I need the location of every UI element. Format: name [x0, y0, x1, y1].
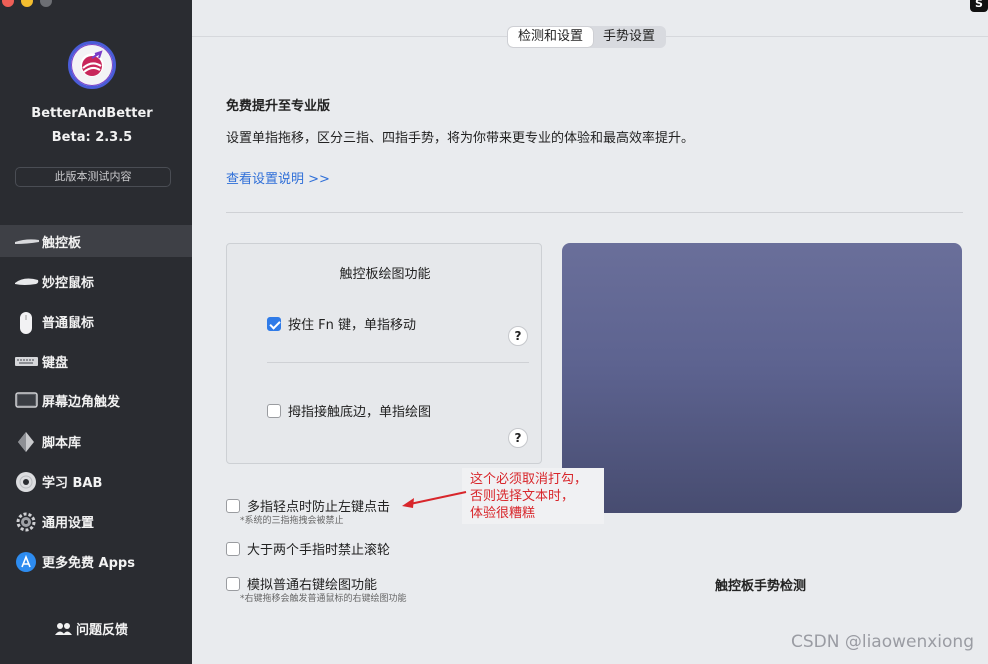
app-store-icon	[14, 551, 38, 572]
option-disable-scroll[interactable]: 大于两个手指时禁止滚轮	[226, 539, 390, 558]
help-fn-button[interactable]: ?	[508, 326, 528, 346]
upgrade-title: 免费提升至专业版	[226, 99, 331, 114]
option-label: 拇指接触底边，单指绘图	[288, 405, 432, 420]
sidebar-item-more-apps[interactable]: 更多免费 Apps	[0, 545, 192, 577]
feedback-button[interactable]: 问题反馈	[54, 619, 128, 638]
help-thumb-button[interactable]: ?	[508, 428, 528, 448]
settings-help-link[interactable]: 查看设置说明 >>	[226, 168, 330, 187]
tab-bar: 检测和设置 手势设置	[507, 26, 667, 48]
annotation-line: 否则选择文本时，	[470, 489, 575, 504]
sidebar-item-label: 屏幕边角触发	[42, 394, 121, 410]
sidebar-item-label: 通用设置	[42, 515, 95, 531]
sidebar-item-keyboard[interactable]: 键盘	[0, 345, 192, 377]
preview-label: 触控板手势检测	[715, 579, 807, 594]
annotation-arrow-icon	[402, 491, 467, 508]
main-content: 检测和设置 手势设置 S 免费提升至专业版 设置单指拖移，区分三指、四指手势，将…	[192, 0, 988, 664]
option-label: 按住 Fn 键，单指移动	[288, 318, 416, 333]
disc-icon	[14, 471, 38, 492]
panel-divider	[267, 362, 529, 363]
upgrade-description: 设置单指拖移，区分三指、四指手势，将为你带来更专业的体验和最高效率提升。	[226, 131, 695, 146]
panel-title: 触控板绘图功能	[339, 267, 431, 282]
minimize-window-button[interactable]	[21, 0, 33, 7]
zoom-window-button[interactable]	[40, 0, 52, 7]
sidebar-item-label: 学习 BAB	[42, 475, 103, 491]
option-thumb-draw[interactable]: 拇指接触底边，单指绘图	[267, 401, 431, 420]
sidebar-item-mouse[interactable]: 普通鼠标	[0, 305, 192, 337]
sidebar-item-label: 普通鼠标	[42, 315, 95, 331]
option-fn-move[interactable]: 按住 Fn 键，单指移动	[267, 314, 416, 333]
watermark: CSDN @liaowenxiong	[790, 632, 974, 652]
trackpad-preview	[562, 243, 962, 513]
annotation-line: 体验很糟糕	[470, 506, 536, 521]
annotation-line: 这个必须取消打勾，	[470, 472, 588, 487]
tab-gesture-settings[interactable]: 手势设置	[593, 27, 665, 47]
annotation-note: 这个必须取消打勾， 否则选择文本时， 体验很糟糕	[470, 471, 587, 522]
sidebar-item-label: 更多免费 Apps	[42, 555, 135, 571]
release-notes-button[interactable]: 此版本测试内容	[15, 167, 171, 187]
trackpad-icon	[14, 231, 39, 251]
sidebar-item-label: 脚本库	[42, 435, 82, 451]
keyboard-icon	[14, 351, 38, 371]
fn-move-checkbox[interactable]	[267, 316, 281, 331]
close-window-button[interactable]	[2, 0, 14, 7]
mouse-icon	[14, 311, 38, 334]
feedback-label: 问题反馈	[76, 623, 129, 638]
multi-tap-note: *系统的三指拖拽会被禁止	[240, 516, 344, 526]
sidebar-item-scripts[interactable]: 脚本库	[0, 425, 192, 457]
option-label: 大于两个手指时禁止滚轮	[247, 543, 391, 558]
multi-tap-checkbox[interactable]	[226, 498, 240, 513]
sidebar-item-label: 触控板	[42, 235, 82, 251]
sidebar-item-label: 妙控鼠标	[42, 275, 95, 291]
sidebar-item-screen-corners[interactable]: 屏幕边角触发	[0, 384, 192, 416]
sidebar-item-learn[interactable]: 学习 BAB	[0, 465, 192, 497]
app-version: Beta: 2.3.5	[51, 130, 133, 145]
script-icon	[14, 431, 38, 452]
people-icon	[54, 622, 74, 636]
sidebar-item-general-settings[interactable]: 通用设置	[0, 505, 192, 537]
disable-scroll-checkbox[interactable]	[226, 541, 240, 556]
sidebar-item-magic-mouse[interactable]: 妙控鼠标	[0, 265, 192, 297]
sidebar: BetterAndBetter Beta: 2.3.5 此版本测试内容 触控板 …	[0, 0, 192, 664]
window-controls	[2, 0, 52, 7]
sidebar-item-label: 键盘	[42, 355, 69, 371]
app-logo-icon	[68, 41, 116, 89]
s-app-icon[interactable]: S	[970, 0, 988, 12]
gear-icon	[14, 511, 38, 532]
right-draw-checkbox[interactable]	[226, 576, 240, 591]
drawing-panel: 触控板绘图功能 按住 Fn 键，单指移动 ? 拇指接触底边，单指绘图 ?	[226, 243, 542, 464]
tab-detect-settings[interactable]: 检测和设置	[508, 27, 594, 47]
sidebar-item-trackpad[interactable]: 触控板	[0, 225, 192, 257]
thumb-draw-checkbox[interactable]	[267, 403, 281, 418]
magic-mouse-icon	[14, 271, 39, 291]
right-draw-note: *右键拖移会触发普通鼠标的右键绘图功能	[240, 594, 407, 604]
section-divider	[226, 212, 963, 213]
screen-corner-icon	[14, 390, 38, 410]
app-name: BetterAndBetter	[31, 106, 153, 121]
